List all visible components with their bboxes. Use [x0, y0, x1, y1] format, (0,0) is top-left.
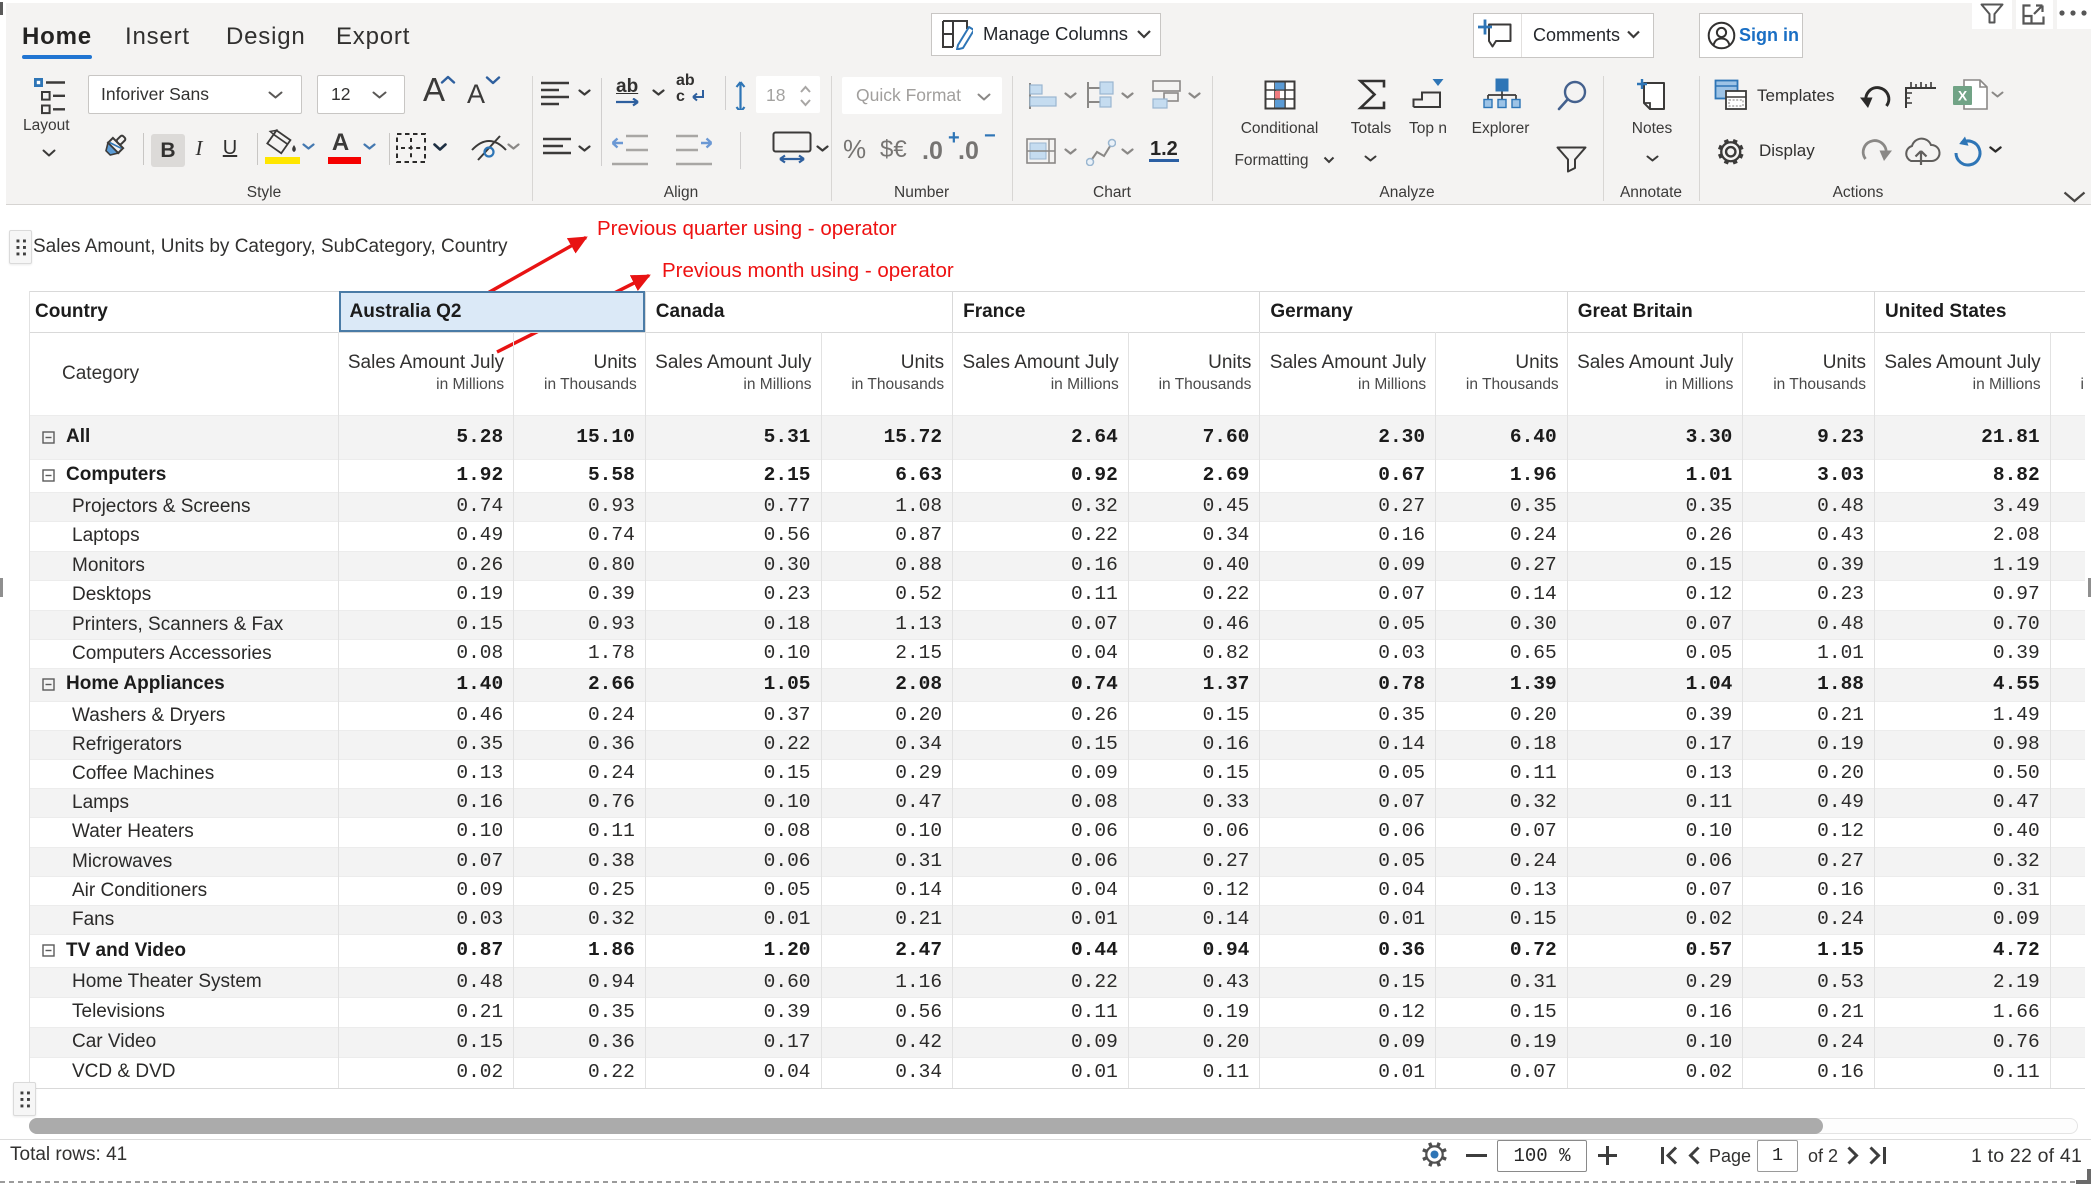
svg-text:X: X — [1958, 88, 1968, 104]
